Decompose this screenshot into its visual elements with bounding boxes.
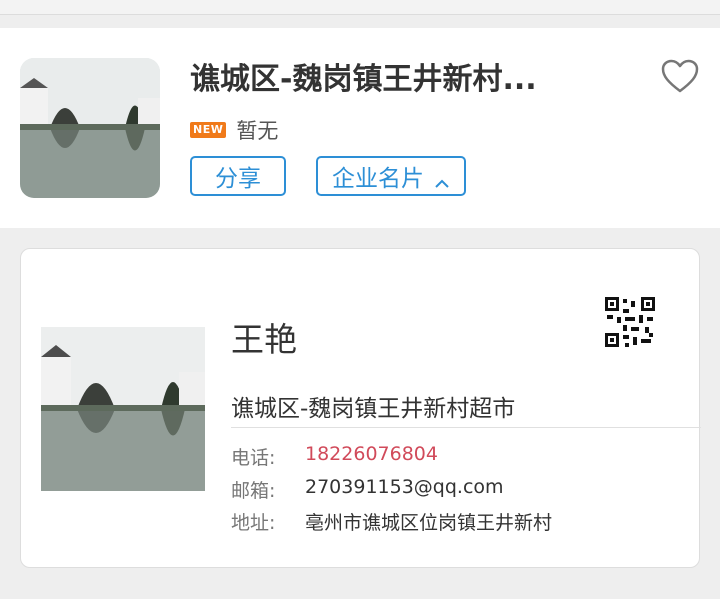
- email-row: 邮箱: 270391153@qq.com: [231, 476, 504, 503]
- divider: [231, 427, 701, 428]
- address-value: 亳州市谯城区位岗镇王井新村: [305, 512, 553, 534]
- contact-name: 王艳: [231, 320, 297, 359]
- phone-number-link[interactable]: 18226076804: [305, 443, 438, 470]
- business-card: 王艳 谯城区-魏岗镇王井新村超市 电话: 18226076804 邮箱: 270…: [20, 248, 701, 568]
- email-label: 邮箱:: [231, 480, 276, 502]
- phone-label: 电话:: [231, 447, 276, 469]
- shop-header: 谯城区-魏岗镇王井新村... NEW 暂无 分享 企业名片: [0, 28, 720, 228]
- qr-code-icon[interactable]: [605, 297, 655, 347]
- company-name: 谯城区-魏岗镇王井新村超市: [231, 396, 516, 422]
- business-card-toggle-button[interactable]: 企业名片: [316, 156, 466, 196]
- new-badge: NEW: [190, 122, 227, 138]
- address-row: 地址: 亳州市谯城区位岗镇王井新村: [231, 508, 552, 535]
- shop-title: 谯城区-魏岗镇王井新村...: [190, 62, 537, 97]
- chevron-up-icon: [434, 170, 450, 188]
- heart-outline-icon[interactable]: [660, 58, 700, 94]
- business-card-photo: [41, 327, 205, 491]
- address-label: 地址:: [231, 512, 276, 534]
- shop-thumbnail[interactable]: [20, 58, 160, 198]
- business-card-label: 企业名片: [332, 166, 424, 192]
- share-button-label: 分享: [215, 166, 261, 192]
- top-strip: [0, 0, 720, 15]
- email-value: 270391153@qq.com: [305, 476, 504, 498]
- phone-row: 电话: 18226076804: [231, 443, 438, 470]
- share-button[interactable]: 分享: [190, 156, 286, 196]
- subtitle-text: 暂无: [236, 119, 279, 143]
- status-row: NEW 暂无: [190, 116, 278, 144]
